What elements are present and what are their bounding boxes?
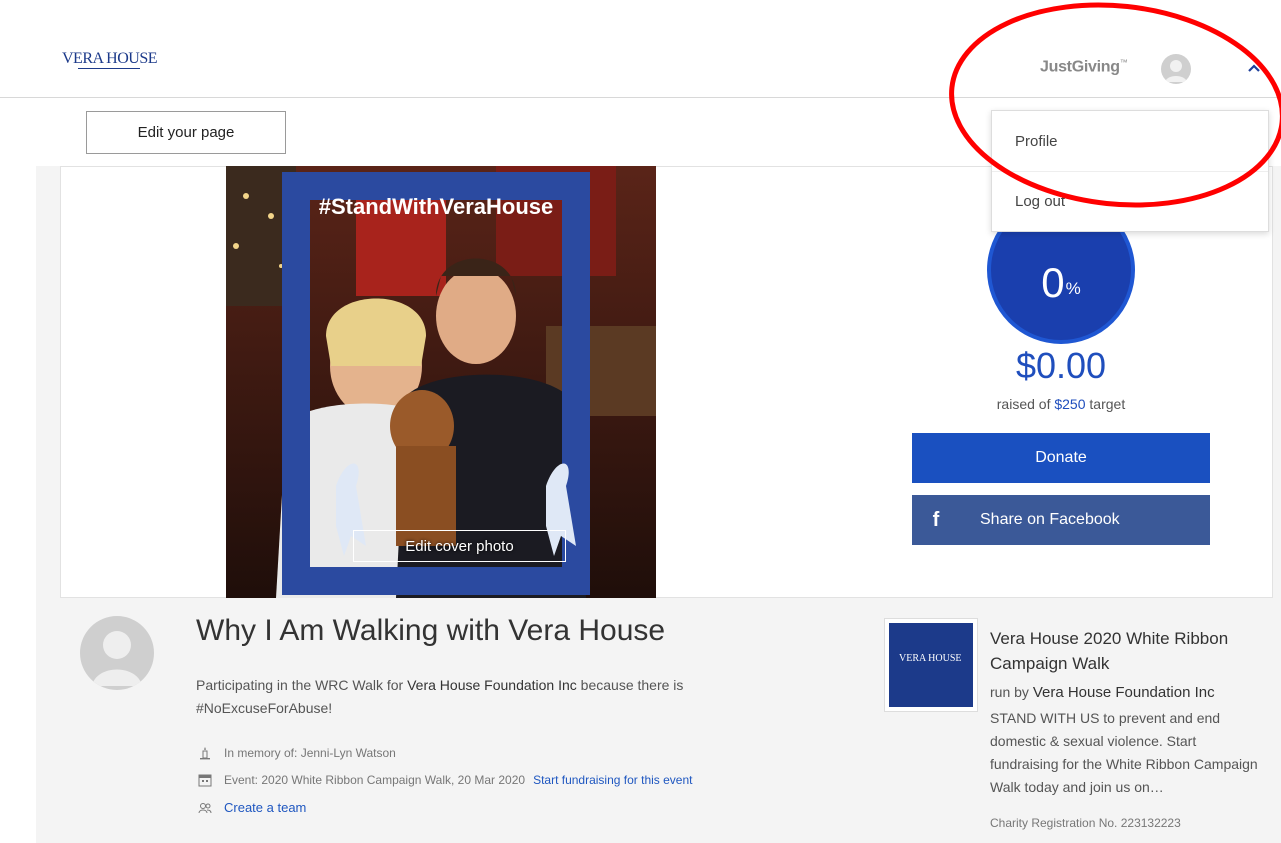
amount-raised: $0.00: [1015, 345, 1107, 386]
progress-percent: 0: [1041, 259, 1065, 306]
fundraiser-avatar-icon: [80, 616, 154, 690]
team-icon: [198, 801, 212, 815]
logo-underline: [78, 68, 140, 74]
vera-house-logo[interactable]: VERA HOUSE: [62, 50, 162, 78]
brand-name: JustGiving: [1040, 58, 1120, 76]
create-team-link[interactable]: Create a team: [224, 800, 306, 815]
page-title: Why I Am Walking with Vera House: [196, 614, 666, 647]
menu-item-logout[interactable]: Log out: [992, 171, 1268, 231]
chevron-up-icon[interactable]: [1242, 56, 1266, 80]
facebook-icon: f: [932, 508, 940, 531]
charity-registration: Charity Registration No. 223132223: [990, 816, 1181, 830]
event-title[interactable]: Vera House 2020 White Ribbon Campaign Wa…: [990, 626, 1260, 676]
event-org: Vera House Foundation Inc: [1032, 684, 1215, 701]
edit-cover-photo-button[interactable]: Edit cover photo: [353, 530, 566, 562]
donate-button[interactable]: Donate: [912, 433, 1210, 483]
memory-text: In memory of: Jenni-Lyn Watson: [224, 746, 396, 760]
percent-sign: %: [1065, 279, 1081, 298]
team-row: Create a team: [198, 800, 306, 815]
logo-text: VERA HOUSE: [62, 50, 158, 67]
event-run-by: run by Vera House Foundation Inc: [990, 684, 1215, 701]
target-suffix: target: [1085, 396, 1126, 412]
charity-name: Vera House Foundation Inc: [407, 677, 577, 693]
calendar-icon: [198, 773, 212, 787]
share-facebook-button[interactable]: f Share on Facebook: [912, 495, 1210, 545]
fundraiser-description: Participating in the WRC Walk for Vera H…: [196, 674, 756, 720]
target-prefix: raised of: [996, 396, 1055, 412]
desc-prefix: Participating in the WRC Walk for: [196, 677, 408, 693]
user-avatar-icon[interactable]: [1161, 54, 1191, 84]
event-row: Event: 2020 White Ribbon Campaign Walk, …: [198, 773, 692, 787]
start-fundraising-link[interactable]: Start fundraising for this event: [533, 773, 692, 787]
justgiving-logo[interactable]: JustGiving™: [1040, 58, 1128, 76]
event-thumbnail[interactable]: VERA HOUSE: [884, 618, 978, 712]
run-by-prefix: run by: [990, 684, 1033, 700]
event-text: Event: 2020 White Ribbon Campaign Walk, …: [224, 773, 526, 787]
brand-mark: ™: [1119, 58, 1128, 67]
share-label: Share on Facebook: [980, 511, 1120, 528]
candle-icon: [198, 746, 212, 760]
top-bar: VERA HOUSE JustGiving™: [0, 0, 1281, 98]
menu-item-profile[interactable]: Profile: [992, 111, 1268, 171]
edit-page-button[interactable]: Edit your page: [86, 111, 286, 154]
event-logo: VERA HOUSE: [889, 623, 973, 707]
target-amount: $250: [1054, 396, 1086, 412]
memory-row: In memory of: Jenni-Lyn Watson: [198, 746, 396, 760]
target-text: raised of $250 target: [912, 396, 1210, 412]
event-description: STAND WITH US to prevent and end domesti…: [990, 710, 1258, 795]
user-dropdown-menu: Profile Log out: [991, 110, 1269, 232]
frame-hashtag: #StandWithVeraHouse: [319, 194, 554, 219]
event-logo-text: VERA HOUSE: [899, 653, 962, 664]
